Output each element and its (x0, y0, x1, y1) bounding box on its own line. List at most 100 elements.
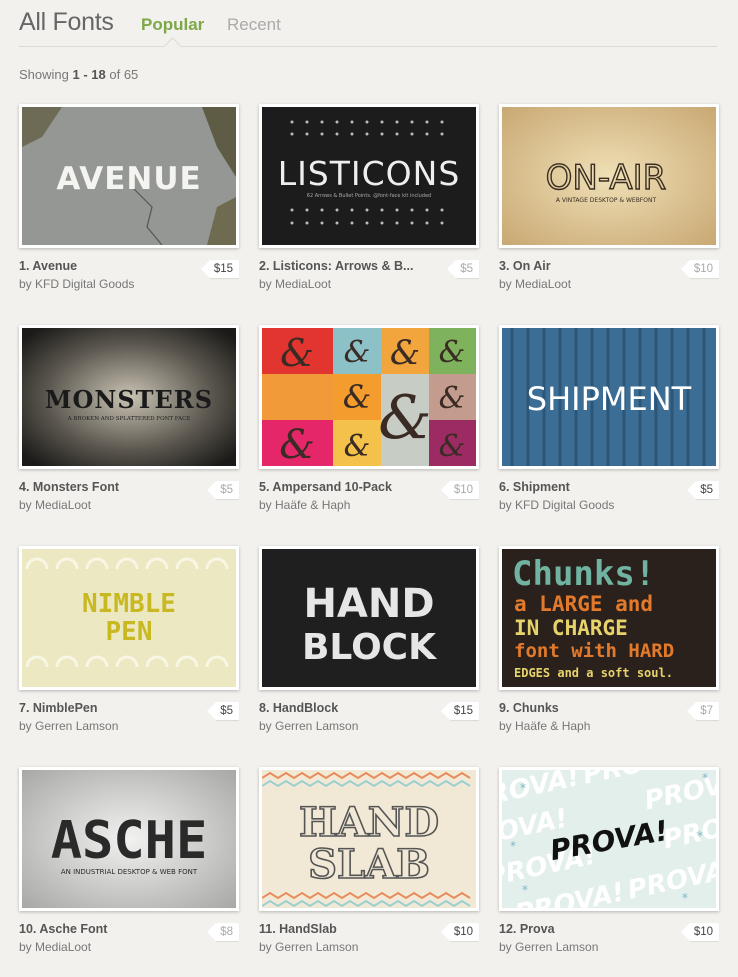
svg-text:&: & (343, 378, 371, 416)
font-author[interactable]: by KFD Digital Goods (499, 498, 614, 512)
svg-text:&: & (439, 335, 466, 370)
svg-text:SLAB: SLAB (308, 841, 430, 888)
font-card-chunks[interactable]: Chunks! a LARGE and IN CHARGE font with … (499, 546, 719, 746)
price-tag: $10 (440, 923, 479, 941)
font-title[interactable]: 3. On Air (499, 259, 664, 273)
svg-text:AVENUE: AVENUE (56, 161, 201, 197)
svg-text:&: & (280, 331, 314, 375)
price-tag: $10 (440, 481, 479, 499)
font-author[interactable]: by Gerren Lamson (499, 940, 598, 954)
svg-text:&: & (378, 383, 431, 453)
font-card-asche[interactable]: ASCHE AN INDUSTRIAL DESKTOP & WEB FONT 1… (19, 767, 239, 967)
svg-text:A VINTAGE DESKTOP & WEBFONT: A VINTAGE DESKTOP & WEBFONT (556, 197, 657, 204)
svg-text:LISTICONS: LISTICONS (278, 154, 461, 193)
font-author[interactable]: by KFD Digital Goods (19, 277, 134, 291)
font-thumbnail[interactable]: HAND SLAB (259, 767, 479, 911)
font-author[interactable]: by MediaLoot (19, 940, 91, 954)
font-title[interactable]: 2. Listicons: Arrows & B... (259, 259, 424, 273)
ampersand-preview: & & & & & & & & & & (262, 328, 476, 466)
font-thumbnail[interactable]: LISTICONS 62 Arrows & Bullet Points. @fo… (259, 104, 479, 248)
font-title[interactable]: 7. NimblePen (19, 701, 184, 715)
results-total: 65 (123, 67, 139, 82)
svg-text:*: * (510, 839, 516, 853)
price-tag: $7 (687, 702, 719, 720)
font-author[interactable]: by MediaLoot (19, 498, 91, 512)
svg-text:MONSTERS: MONSTERS (45, 385, 213, 414)
font-author[interactable]: by Gerren Lamson (259, 719, 358, 733)
listicons-preview: LISTICONS 62 Arrows & Bullet Points. @fo… (262, 107, 476, 245)
font-title[interactable]: 4. Monsters Font (19, 480, 184, 494)
font-title[interactable]: 5. Ampersand 10-Pack (259, 480, 424, 494)
font-thumbnail[interactable]: MONSTERS A BROKEN AND SPLATTERED FONT FA… (19, 325, 239, 469)
svg-text:*: * (682, 891, 688, 905)
price-tag: $8 (207, 923, 239, 941)
svg-text:PEN: PEN (106, 617, 153, 647)
svg-text:ON-AIR: ON-AIR (546, 158, 667, 198)
asche-preview: ASCHE AN INDUSTRIAL DESKTOP & WEB FONT (22, 770, 236, 908)
svg-text:HAND: HAND (303, 581, 434, 627)
results-prefix: Showing (19, 67, 73, 82)
font-card-listicons[interactable]: LISTICONS 62 Arrows & Bullet Points. @fo… (259, 104, 479, 304)
tab-popular[interactable]: Popular (141, 15, 204, 35)
price-tag: $10 (680, 923, 719, 941)
font-title[interactable]: 8. HandBlock (259, 701, 424, 715)
font-card-on-air[interactable]: ON-AIR A VINTAGE DESKTOP & WEBFONT 3. On… (499, 104, 719, 304)
monsters-preview: MONSTERS A BROKEN AND SPLATTERED FONT FA… (22, 328, 236, 466)
svg-text:BLOCK: BLOCK (302, 627, 437, 668)
font-card-ampersand[interactable]: & & & & & & & & & & 5. Ampersand 10-Pack… (259, 325, 479, 525)
prova-preview: PROVA! PROVA! PROVA! PROVA! PROVA! PROVA… (502, 770, 716, 908)
font-author[interactable]: by Haäfe & Haph (259, 498, 350, 512)
svg-text:*: * (697, 829, 703, 843)
results-range: 1 - 18 (72, 67, 106, 82)
font-card-avenue[interactable]: AVENUE 1. Avenue by KFD Digital Goods $1… (19, 104, 239, 304)
svg-text:&: & (439, 429, 466, 464)
font-title[interactable]: 10. Asche Font (19, 922, 184, 936)
font-author[interactable]: by MediaLoot (259, 277, 331, 291)
font-card-handslab[interactable]: HAND SLAB 11. HandSlab by Gerren Lamson … (259, 767, 479, 967)
shipment-preview: SHIPMENT (502, 328, 716, 466)
font-title[interactable]: 11. HandSlab (259, 922, 424, 936)
price-tag: $10 (680, 260, 719, 278)
font-card-shipment[interactable]: SHIPMENT 6. Shipment by KFD Digital Good… (499, 325, 719, 525)
results-summary: Showing 1 - 18 of 65 (19, 67, 138, 82)
svg-text:&: & (279, 422, 315, 466)
font-author[interactable]: by Gerren Lamson (19, 719, 118, 733)
font-card-prova[interactable]: PROVA! PROVA! PROVA! PROVA! PROVA! PROVA… (499, 767, 719, 967)
font-title[interactable]: 9. Chunks (499, 701, 664, 715)
font-card-nimblepen[interactable]: NIMBLE PEN 7. NimblePen by Gerren Lamson… (19, 546, 239, 746)
tab-recent[interactable]: Recent (227, 15, 281, 35)
font-thumbnail[interactable]: Chunks! a LARGE and IN CHARGE font with … (499, 546, 719, 690)
font-thumbnail[interactable]: ON-AIR A VINTAGE DESKTOP & WEBFONT (499, 104, 719, 248)
svg-text:EDGES and a soft soul.: EDGES and a soft soul. (514, 666, 673, 680)
font-thumbnail[interactable]: & & & & & & & & & & (259, 325, 479, 469)
avenue-preview: AVENUE (22, 107, 236, 245)
font-thumbnail[interactable]: NIMBLE PEN (19, 546, 239, 690)
font-card-monsters[interactable]: MONSTERS A BROKEN AND SPLATTERED FONT FA… (19, 325, 239, 525)
nimblepen-preview: NIMBLE PEN (22, 549, 236, 687)
font-title[interactable]: 6. Shipment (499, 480, 664, 494)
font-thumbnail[interactable]: AVENUE (19, 104, 239, 248)
font-thumbnail[interactable]: SHIPMENT (499, 325, 719, 469)
price-tag: $5 (207, 481, 239, 499)
svg-text:font with HARD: font with HARD (514, 640, 674, 662)
font-author[interactable]: by Gerren Lamson (259, 940, 358, 954)
font-thumbnail[interactable]: HAND BLOCK (259, 546, 479, 690)
font-title[interactable]: 12. Prova (499, 922, 664, 936)
font-author[interactable]: by MediaLoot (499, 277, 571, 291)
svg-text:&: & (439, 381, 466, 416)
svg-text:SHIPMENT: SHIPMENT (527, 380, 692, 418)
font-thumbnail[interactable]: ASCHE AN INDUSTRIAL DESKTOP & WEB FONT (19, 767, 239, 911)
on-air-preview: ON-AIR A VINTAGE DESKTOP & WEBFONT (502, 107, 716, 245)
svg-text:*: * (702, 771, 708, 785)
font-thumbnail[interactable]: PROVA! PROVA! PROVA! PROVA! PROVA! PROVA… (499, 767, 719, 911)
price-tag: $5 (447, 260, 479, 278)
handslab-preview: HAND SLAB (262, 770, 476, 908)
svg-text:ASCHE: ASCHE (51, 811, 208, 871)
svg-text:a LARGE and: a LARGE and (514, 592, 653, 616)
results-of: of (105, 67, 124, 82)
font-author[interactable]: by Haäfe & Haph (499, 719, 590, 733)
price-tag: $5 (207, 702, 239, 720)
font-card-handblock[interactable]: HAND BLOCK 8. HandBlock by Gerren Lamson… (259, 546, 479, 746)
svg-text:*: * (520, 781, 526, 795)
font-title[interactable]: 1. Avenue (19, 259, 184, 273)
